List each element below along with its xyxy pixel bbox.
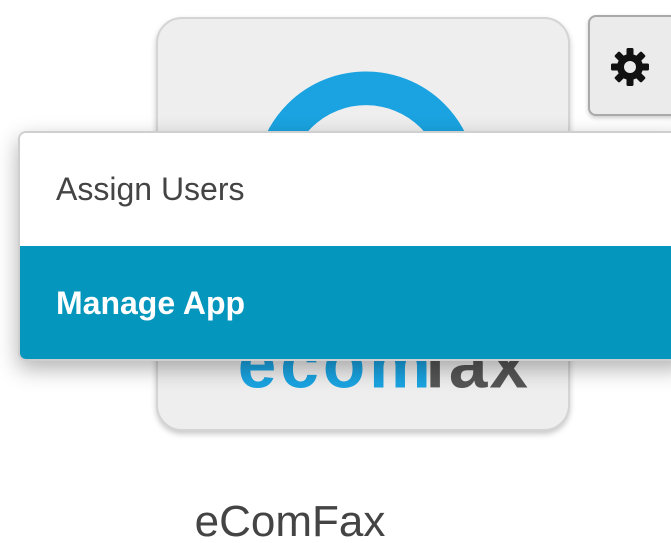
app-settings-dropdown: Assign Users Manage App [18,131,671,361]
app-launcher-area: ecom fax Assign Users Manage App eComFax [0,0,671,543]
menu-item-assign-users[interactable]: Assign Users [20,133,671,246]
gear-icon [611,48,649,86]
menu-item-manage-app[interactable]: Manage App [20,246,671,359]
settings-gear-button[interactable] [588,15,671,116]
app-name-label: eComFax [194,497,386,543]
